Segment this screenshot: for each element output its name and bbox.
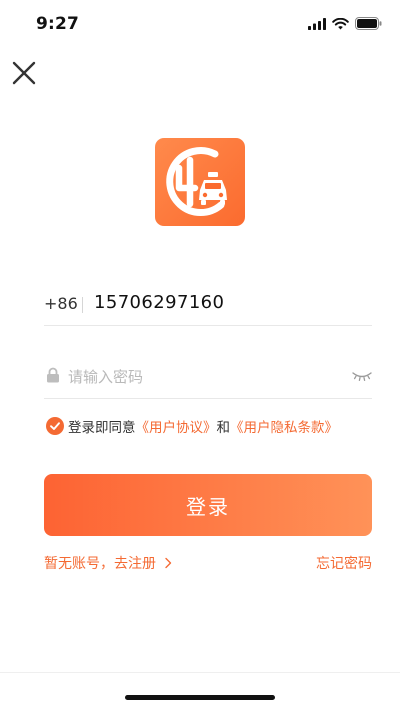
register-label: 暂无账号，去注册	[44, 556, 156, 572]
chevron-right-icon	[165, 557, 172, 569]
phone-divider	[82, 297, 83, 313]
login-button[interactable]: 登录	[44, 474, 372, 536]
forgot-password-link[interactable]: 忘记密码	[316, 553, 372, 573]
eye-closed-icon[interactable]	[352, 368, 372, 382]
close-icon	[12, 61, 36, 85]
battery-icon	[355, 15, 382, 34]
status-icons	[302, 15, 382, 34]
agreement-row: 登录即同意 《用户协议》 和 《用户隐私条款》	[46, 415, 338, 437]
home-indicator[interactable]	[125, 695, 275, 700]
agreement-and: 和	[216, 420, 231, 436]
register-link[interactable]: 暂无账号，去注册	[44, 553, 173, 573]
close-button[interactable]	[10, 59, 38, 87]
lock-icon	[47, 367, 59, 383]
status-bar: 9:27	[0, 0, 400, 48]
password-input[interactable]	[68, 364, 328, 390]
phone-field[interactable]: +86 15706297160	[44, 284, 372, 326]
bottom-divider	[0, 672, 400, 673]
app-logo	[155, 138, 245, 226]
agreement-checkbox[interactable]	[46, 417, 64, 435]
password-row	[44, 358, 372, 399]
user-agreement-link[interactable]: 《用户协议》	[136, 416, 217, 436]
app-logo-taxi-icon	[166, 147, 227, 217]
country-code[interactable]: +86	[44, 294, 78, 313]
status-time: 9:27	[36, 14, 80, 34]
wifi-icon	[332, 15, 349, 34]
phone-number-value[interactable]: 15706297160	[94, 292, 224, 313]
signal-icon	[308, 15, 326, 34]
agreement-prefix: 登录即同意	[68, 420, 136, 436]
privacy-policy-link[interactable]: 《用户隐私条款》	[230, 416, 338, 436]
check-icon	[50, 422, 60, 430]
